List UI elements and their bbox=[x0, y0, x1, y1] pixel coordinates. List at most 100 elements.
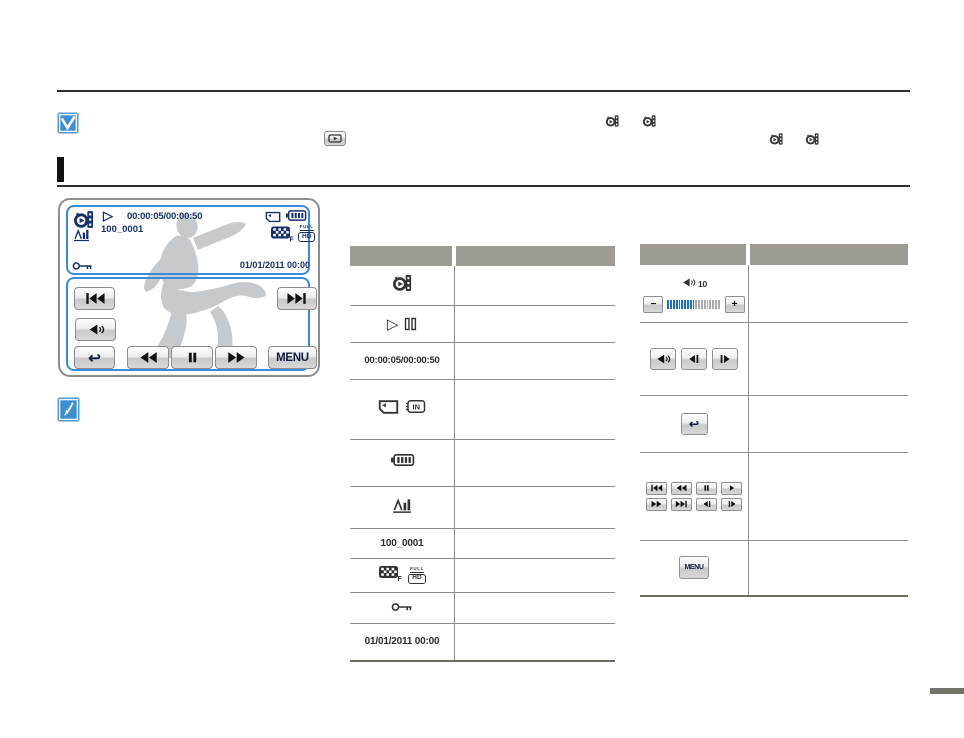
internal-memory-icon: IN bbox=[405, 399, 426, 419]
section-divider bbox=[57, 185, 910, 187]
page-number-tab bbox=[930, 688, 964, 694]
table-row: ▷ bbox=[350, 305, 615, 343]
lcd-screen-mockup: ▷ 00:00:05/00:00:50 100_0001 F FULL HD 0… bbox=[58, 198, 320, 377]
volume-segment bbox=[690, 300, 692, 309]
date-time: 01/01/2011 00:00 bbox=[240, 260, 310, 270]
fullhd-icon: FULL HD bbox=[298, 225, 315, 242]
audio-level-icon bbox=[73, 227, 90, 247]
table-row bbox=[350, 266, 615, 306]
table-row bbox=[350, 592, 615, 624]
table-row: 01/01/2011 00:00 bbox=[350, 623, 615, 662]
volume-segment bbox=[693, 300, 695, 309]
volume-button[interactable] bbox=[650, 348, 676, 370]
volume-minus-button[interactable]: − bbox=[643, 296, 663, 313]
protect-key-icon bbox=[72, 258, 93, 276]
video-play-mode-icon bbox=[769, 132, 784, 151]
volume-segment bbox=[718, 300, 720, 309]
playback-time-counter: 00:00:05/00:00:50 bbox=[127, 211, 202, 222]
video-play-mode-icon bbox=[392, 273, 413, 298]
rewind-button[interactable] bbox=[671, 482, 692, 495]
buttons-table-header-right bbox=[750, 244, 908, 265]
volume-segment bbox=[707, 300, 709, 309]
skip-forward-button[interactable] bbox=[671, 498, 692, 511]
indicators-table-header-left bbox=[350, 246, 452, 266]
menu-button[interactable]: MENU bbox=[679, 556, 709, 579]
table-row bbox=[640, 452, 908, 541]
return-icon: ↩ bbox=[689, 417, 699, 431]
video-play-mode-icon bbox=[805, 132, 820, 151]
volume-segment bbox=[704, 300, 706, 309]
battery-icon bbox=[390, 452, 415, 473]
rewind-button[interactable] bbox=[127, 346, 169, 369]
indicators-table-header-right bbox=[456, 246, 615, 266]
svg-text:F: F bbox=[290, 237, 295, 243]
buttons-table-header-left bbox=[640, 244, 746, 265]
skip-back-button[interactable] bbox=[646, 482, 667, 495]
menu-button[interactable]: MENU bbox=[268, 346, 317, 369]
volume-plus-button[interactable]: + bbox=[725, 296, 745, 313]
volume-segment bbox=[715, 300, 717, 309]
indicators-table: ▷ 00:00:05/00:00:50 IN bbox=[350, 246, 615, 661]
playback-time-counter: 00:00:05/00:00:50 bbox=[364, 355, 439, 366]
table-row bbox=[640, 322, 908, 396]
volume-segment bbox=[701, 300, 703, 309]
volume-segment bbox=[712, 300, 714, 309]
return-icon: ↩ bbox=[88, 349, 101, 367]
table-row: IN bbox=[350, 379, 615, 440]
skip-forward-button[interactable] bbox=[277, 287, 317, 310]
return-button[interactable]: ↩ bbox=[681, 413, 708, 435]
frame-forward-button[interactable] bbox=[712, 348, 738, 370]
volume-segment bbox=[673, 300, 675, 309]
quality-icon: F bbox=[378, 564, 402, 587]
protect-key-icon bbox=[391, 599, 413, 617]
volume-segment bbox=[667, 300, 669, 309]
quality-icon: F bbox=[270, 225, 294, 247]
table-row: 10 − + bbox=[640, 265, 908, 323]
file-name: 100_0001 bbox=[381, 538, 424, 549]
volume-segment bbox=[679, 300, 681, 309]
table-row: F FULL HD bbox=[350, 558, 615, 593]
volume-segment bbox=[684, 300, 686, 309]
manual-page: ▷ 00:00:05/00:00:50 100_0001 F FULL HD 0… bbox=[0, 0, 964, 738]
file-name: 100_0001 bbox=[101, 224, 143, 235]
top-divider bbox=[57, 90, 910, 92]
table-row: 100_0001 bbox=[350, 528, 615, 559]
play-button[interactable] bbox=[721, 482, 742, 495]
table-row: ↩ bbox=[640, 395, 908, 453]
return-button[interactable]: ↩ bbox=[74, 346, 115, 369]
volume-button[interactable] bbox=[75, 318, 116, 341]
play-icon: ▷ bbox=[103, 208, 113, 224]
memory-card-icon bbox=[378, 399, 399, 420]
volume-segment bbox=[681, 300, 683, 309]
note-pen-icon bbox=[57, 397, 80, 422]
section-heading-bar bbox=[57, 157, 64, 182]
fullhd-icon: FULL HD bbox=[408, 567, 425, 584]
audio-level-icon bbox=[392, 496, 412, 519]
svg-text:IN: IN bbox=[413, 403, 421, 412]
skip-back-button[interactable] bbox=[74, 287, 115, 310]
playback-mode-button-icon bbox=[324, 131, 346, 146]
fast-forward-button[interactable] bbox=[646, 498, 667, 511]
volume-segment bbox=[687, 300, 689, 309]
table-row: MENU bbox=[640, 540, 908, 597]
volume-segment bbox=[676, 300, 678, 309]
table-row bbox=[350, 439, 615, 487]
video-play-mode-icon bbox=[605, 114, 620, 133]
video-play-mode-icon bbox=[642, 114, 657, 133]
volume-segment bbox=[695, 300, 697, 309]
volume-icon bbox=[681, 275, 696, 293]
volume-segment bbox=[670, 300, 672, 309]
frame-forward-button[interactable] bbox=[721, 498, 742, 511]
frame-back-button[interactable] bbox=[696, 498, 717, 511]
pause-button[interactable] bbox=[696, 482, 717, 495]
frame-back-button[interactable] bbox=[681, 348, 707, 370]
table-row: 00:00:05/00:00:50 bbox=[350, 342, 615, 380]
pause-button[interactable] bbox=[171, 346, 213, 369]
buttons-table: 10 − + ↩ bbox=[640, 244, 908, 596]
volume-segment bbox=[709, 300, 711, 309]
volume-segment bbox=[698, 300, 700, 309]
svg-text:F: F bbox=[398, 576, 403, 582]
date-time: 01/01/2011 00:00 bbox=[365, 636, 440, 647]
fast-forward-button[interactable] bbox=[215, 346, 257, 369]
volume-level: 10 bbox=[698, 279, 707, 289]
